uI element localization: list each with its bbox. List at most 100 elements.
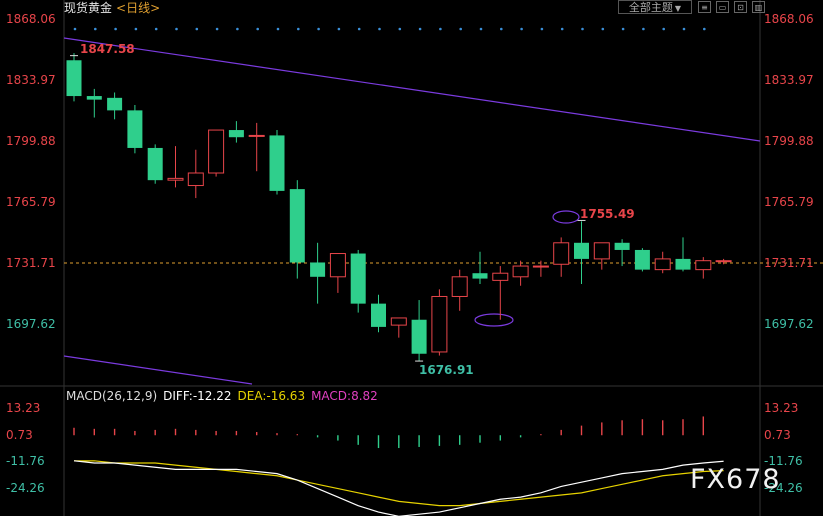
event-marker-dot — [500, 27, 503, 31]
candle-body-up — [187, 172, 204, 187]
event-marker-dot — [621, 27, 625, 31]
theme-dropdown[interactable]: 全部主题 ▼ — [618, 0, 692, 14]
event-marker-dot — [439, 27, 442, 31]
macd-tick: 13.23 — [764, 401, 799, 415]
event-marker-dot — [297, 27, 300, 31]
candle-body-up — [553, 242, 570, 265]
event-marker-dot — [317, 27, 320, 31]
candle-body-down — [472, 273, 488, 279]
candle-body-down — [269, 135, 285, 191]
low-price-label: 1676.91 — [419, 363, 474, 377]
macd-value: MACD:8.82 — [311, 389, 378, 403]
event-marker-dot — [601, 27, 605, 31]
event-marker-dot — [154, 27, 158, 31]
candle-body-up — [654, 258, 671, 271]
event-marker-dot — [215, 27, 219, 31]
macd-tick: 13.23 — [6, 401, 41, 415]
price-tick: 1868.06 — [764, 12, 814, 26]
window-icon[interactable]: ▭ — [716, 1, 729, 13]
event-marker-dot — [195, 27, 199, 31]
candle-body-down — [86, 96, 102, 100]
candle-body-down — [310, 262, 326, 277]
candle-body-down — [675, 258, 691, 270]
event-marker-dot — [479, 27, 483, 31]
price-tick: 1868.06 — [6, 12, 56, 26]
price-tick: 1833.97 — [6, 73, 56, 87]
event-marker-dot — [134, 27, 138, 31]
candle-body-up — [695, 260, 712, 271]
event-marker-dot — [256, 27, 260, 31]
price-tick: 1765.79 — [764, 195, 814, 209]
event-marker-dot — [337, 27, 341, 31]
lower-trendline — [63, 355, 253, 385]
candle-body-up — [715, 260, 732, 263]
candle-body-down — [228, 130, 244, 138]
period-selector[interactable]: <日线> — [116, 1, 160, 15]
candle-body-up — [431, 295, 448, 353]
candle-body-up — [532, 265, 549, 268]
price-tick: 1697.62 — [6, 317, 56, 331]
candle-body-up — [593, 242, 610, 260]
price-tick: 1731.71 — [6, 256, 56, 270]
candlestick-chart[interactable] — [0, 0, 823, 516]
candle-body-down — [127, 110, 143, 148]
price-tick: 1799.88 — [764, 134, 814, 148]
event-marker-dot — [114, 27, 117, 31]
event-marker-dot — [560, 27, 564, 31]
candle-body-up — [208, 129, 225, 174]
event-marker-dot — [398, 27, 402, 31]
price-tick: 1697.62 — [764, 317, 814, 331]
candle-body-down — [614, 242, 630, 250]
chart-area[interactable]: 现货黄金 <日线> 全部主题 ▼ ≡ ▭ ⊡ ▥ 1868.06 1833.97 1… — [0, 0, 823, 516]
event-marker-dot — [662, 27, 665, 31]
candle-body-down — [66, 60, 82, 97]
high-marker-ellipse — [552, 210, 580, 224]
event-marker-dot — [357, 27, 361, 31]
price-tick: 1765.79 — [6, 195, 56, 209]
candle-body-down — [371, 303, 386, 327]
candle-body-down — [574, 242, 589, 259]
marked-high-label: 1755.49 — [580, 207, 635, 221]
event-marker-dot — [520, 27, 523, 31]
candle-body-up — [390, 317, 407, 326]
macd-tick: -24.26 — [6, 481, 45, 495]
upper-trendline — [63, 37, 761, 142]
event-marker-dot — [459, 27, 463, 31]
candle-body-up — [329, 253, 346, 278]
candle-body-up — [248, 134, 265, 137]
macd-tick: 0.73 — [6, 428, 33, 442]
candle-body-up — [512, 265, 529, 278]
watermark-logo: FX678 — [690, 464, 781, 495]
dea-line — [74, 460, 724, 507]
low-marker-ellipse — [474, 313, 514, 327]
diff-line — [73, 460, 724, 516]
event-marker-dot — [73, 27, 77, 31]
event-marker-dot — [642, 27, 645, 31]
event-marker-dot — [236, 27, 239, 31]
candle-body-down — [289, 189, 305, 263]
candle-body-down — [634, 249, 650, 270]
macd-indicator-name[interactable]: MACD(26,12,9) — [66, 389, 157, 403]
event-marker-dot — [175, 27, 178, 31]
candle-body-down — [147, 147, 163, 181]
instrument-title[interactable]: 现货黄金 — [64, 1, 112, 15]
candle-body-up — [492, 272, 509, 281]
price-tick: 1731.71 — [764, 256, 814, 270]
chart-header: 现货黄金 <日线> — [64, 0, 160, 16]
event-marker-dot — [276, 27, 280, 31]
event-marker-dot — [418, 27, 422, 31]
macd-dea-value: DEA:-16.63 — [237, 389, 306, 403]
candle-body-down — [411, 319, 427, 354]
candle-body-up — [167, 177, 184, 181]
candle-body-down — [107, 97, 123, 111]
layout-icon[interactable]: ⊡ — [734, 1, 747, 13]
menu-icon[interactable]: ≡ — [698, 1, 711, 13]
event-marker-dot — [682, 27, 686, 31]
macd-diff-value: DIFF:-12.22 — [163, 389, 232, 403]
chevron-down-icon: ▼ — [674, 4, 682, 13]
event-marker-dot — [378, 27, 381, 31]
event-marker-dot — [540, 27, 544, 31]
theme-label: 全部主题 — [628, 1, 673, 14]
candle-body-down — [350, 253, 366, 304]
event-marker-dot — [581, 27, 584, 31]
